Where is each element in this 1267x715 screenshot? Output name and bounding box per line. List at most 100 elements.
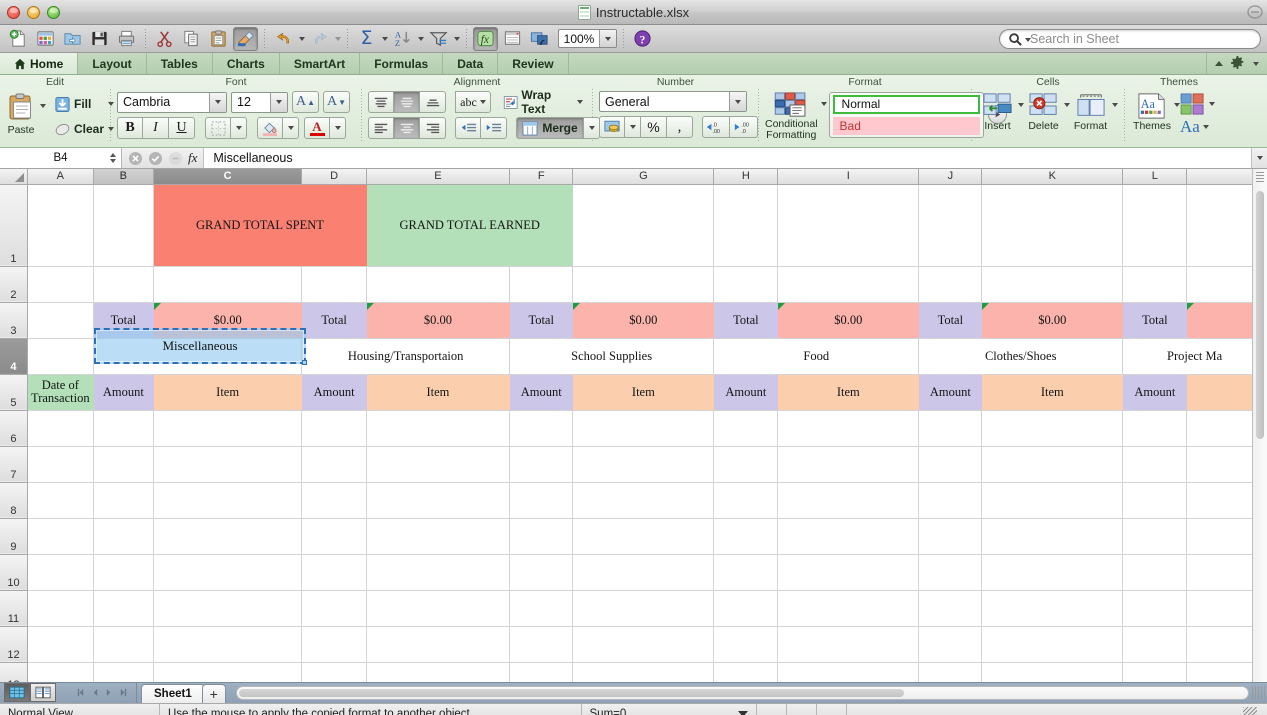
search-scope-caret[interactable] (1025, 37, 1031, 42)
cell-H8[interactable] (713, 482, 779, 519)
cell-L6[interactable] (1122, 410, 1188, 447)
cell-C8[interactable] (153, 482, 303, 519)
align-middle-button[interactable] (394, 91, 420, 113)
cell-K12[interactable] (981, 626, 1124, 663)
cell-L10[interactable] (1122, 554, 1188, 591)
cell-H5-amount-header[interactable]: Amount (713, 374, 779, 411)
cell-L7[interactable] (1122, 446, 1188, 483)
cell-A10[interactable] (27, 554, 94, 591)
cell-E5-item-header[interactable]: Item (366, 374, 510, 411)
row-header-4[interactable]: 4 (0, 338, 28, 375)
style-bad[interactable]: Bad (832, 116, 980, 135)
cell-H4-category[interactable]: Food (713, 338, 920, 375)
cell-I11[interactable] (777, 590, 920, 627)
paste-button[interactable]: Paste (6, 90, 36, 136)
cell-C6[interactable] (153, 410, 303, 447)
row-header-13[interactable]: 13 (0, 662, 28, 682)
tab-data[interactable]: Data (443, 53, 499, 74)
cell-G7[interactable] (572, 446, 715, 483)
status-sum-dropdown-caret[interactable] (737, 710, 748, 715)
cell-L13[interactable] (1122, 662, 1188, 682)
cell-L5-amount-header[interactable]: Amount (1122, 374, 1188, 411)
print-icon[interactable] (114, 27, 139, 51)
cell-L3-total-label[interactable]: Total (1122, 302, 1188, 339)
font-family-combo[interactable]: Cambria (117, 91, 227, 113)
cell-C1-grand-total-spent[interactable]: GRAND TOTAL SPENT (153, 184, 367, 267)
wrap-text-button[interactable]: Wrap Text (500, 88, 586, 116)
cell-F2[interactable] (509, 266, 574, 303)
status-sum[interactable]: Sum=0 (582, 704, 757, 715)
column-header-E[interactable]: E (366, 169, 510, 185)
cell-K9[interactable] (981, 518, 1124, 555)
grow-font-button[interactable]: A ▲ (292, 91, 319, 113)
sort-icon[interactable]: AZ (390, 27, 415, 51)
cell-A11[interactable] (27, 590, 94, 627)
tab-tables[interactable]: Tables (147, 53, 213, 74)
cell-J5-amount-header[interactable]: Amount (918, 374, 983, 411)
column-header-H[interactable]: H (713, 169, 779, 185)
cell-I7[interactable] (777, 446, 920, 483)
cell-J4-category[interactable]: Clothes/Shoes (918, 338, 1124, 375)
number-format-dropdown[interactable] (729, 92, 746, 111)
cell-B2[interactable] (93, 266, 154, 303)
cell-H11[interactable] (713, 590, 779, 627)
font-color-button[interactable]: A (304, 117, 330, 139)
cell-F10[interactable] (509, 554, 574, 591)
cell-F4-category[interactable]: School Supplies (509, 338, 715, 375)
cell-K11[interactable] (981, 590, 1124, 627)
cell-C11[interactable] (153, 590, 303, 627)
cell-J7[interactable] (918, 446, 983, 483)
cell-D8[interactable] (301, 482, 367, 519)
cell-B10[interactable] (93, 554, 154, 591)
cell-K6[interactable] (981, 410, 1124, 447)
cell-C13[interactable] (153, 662, 303, 682)
sheet-tab-sheet1[interactable]: Sheet1 (141, 684, 205, 703)
cell-L8[interactable] (1122, 482, 1188, 519)
name-box-value[interactable]: B4 (53, 152, 67, 164)
cell-H7[interactable] (713, 446, 779, 483)
column-header-L[interactable]: L (1122, 169, 1188, 185)
cell-H10[interactable] (713, 554, 779, 591)
toolbox-icon[interactable] (500, 27, 525, 51)
increase-indent-button[interactable] (481, 117, 507, 139)
cell-J1[interactable] (918, 184, 983, 267)
cell-G3-total-value[interactable]: $0.00 (572, 302, 715, 339)
cell-H2[interactable] (713, 266, 779, 303)
cell-E6[interactable] (366, 410, 510, 447)
underline-button[interactable]: U (169, 117, 195, 139)
column-header-J[interactable]: J (918, 169, 983, 185)
cell-A1[interactable] (27, 184, 94, 267)
borders-dropdown[interactable] (231, 117, 247, 139)
undo-dropdown-caret[interactable] (299, 36, 305, 41)
cell-G2[interactable] (572, 266, 715, 303)
currency-format-button[interactable] (599, 116, 625, 138)
cell-E12[interactable] (366, 626, 510, 663)
cell-I13[interactable] (777, 662, 920, 682)
format-cells-dropdown-caret[interactable] (1112, 103, 1118, 107)
cell-H6[interactable] (713, 410, 779, 447)
number-format-value[interactable]: General (600, 95, 729, 109)
cell-C5-item-header[interactable]: Item (153, 374, 303, 411)
row-header-11[interactable]: 11 (0, 590, 28, 627)
cell-G5-item-header[interactable]: Item (572, 374, 715, 411)
cancel-icon[interactable] (128, 151, 143, 166)
cell-B11[interactable] (93, 590, 154, 627)
cell-L11[interactable] (1122, 590, 1188, 627)
column-header-D[interactable]: D (301, 169, 367, 185)
zoom-level-value[interactable]: 100% (559, 32, 599, 46)
cell-C12[interactable] (153, 626, 303, 663)
row-header-10[interactable]: 10 (0, 554, 28, 591)
filter-icon[interactable] (426, 27, 451, 51)
cell-G9[interactable] (572, 518, 715, 555)
column-header-A[interactable]: A (27, 169, 94, 185)
row-header-5[interactable]: 5 (0, 374, 28, 411)
cell-A6[interactable] (27, 410, 94, 447)
cell-A12[interactable] (27, 626, 94, 663)
cell-H13[interactable] (713, 662, 779, 682)
tab-charts[interactable]: Charts (213, 53, 280, 74)
row-header-7[interactable]: 7 (0, 446, 28, 483)
cell-J12[interactable] (918, 626, 983, 663)
cell-H9[interactable] (713, 518, 779, 555)
cell-A5-date-header[interactable]: Date of Transaction (27, 374, 94, 411)
tab-review[interactable]: Review (498, 53, 569, 74)
